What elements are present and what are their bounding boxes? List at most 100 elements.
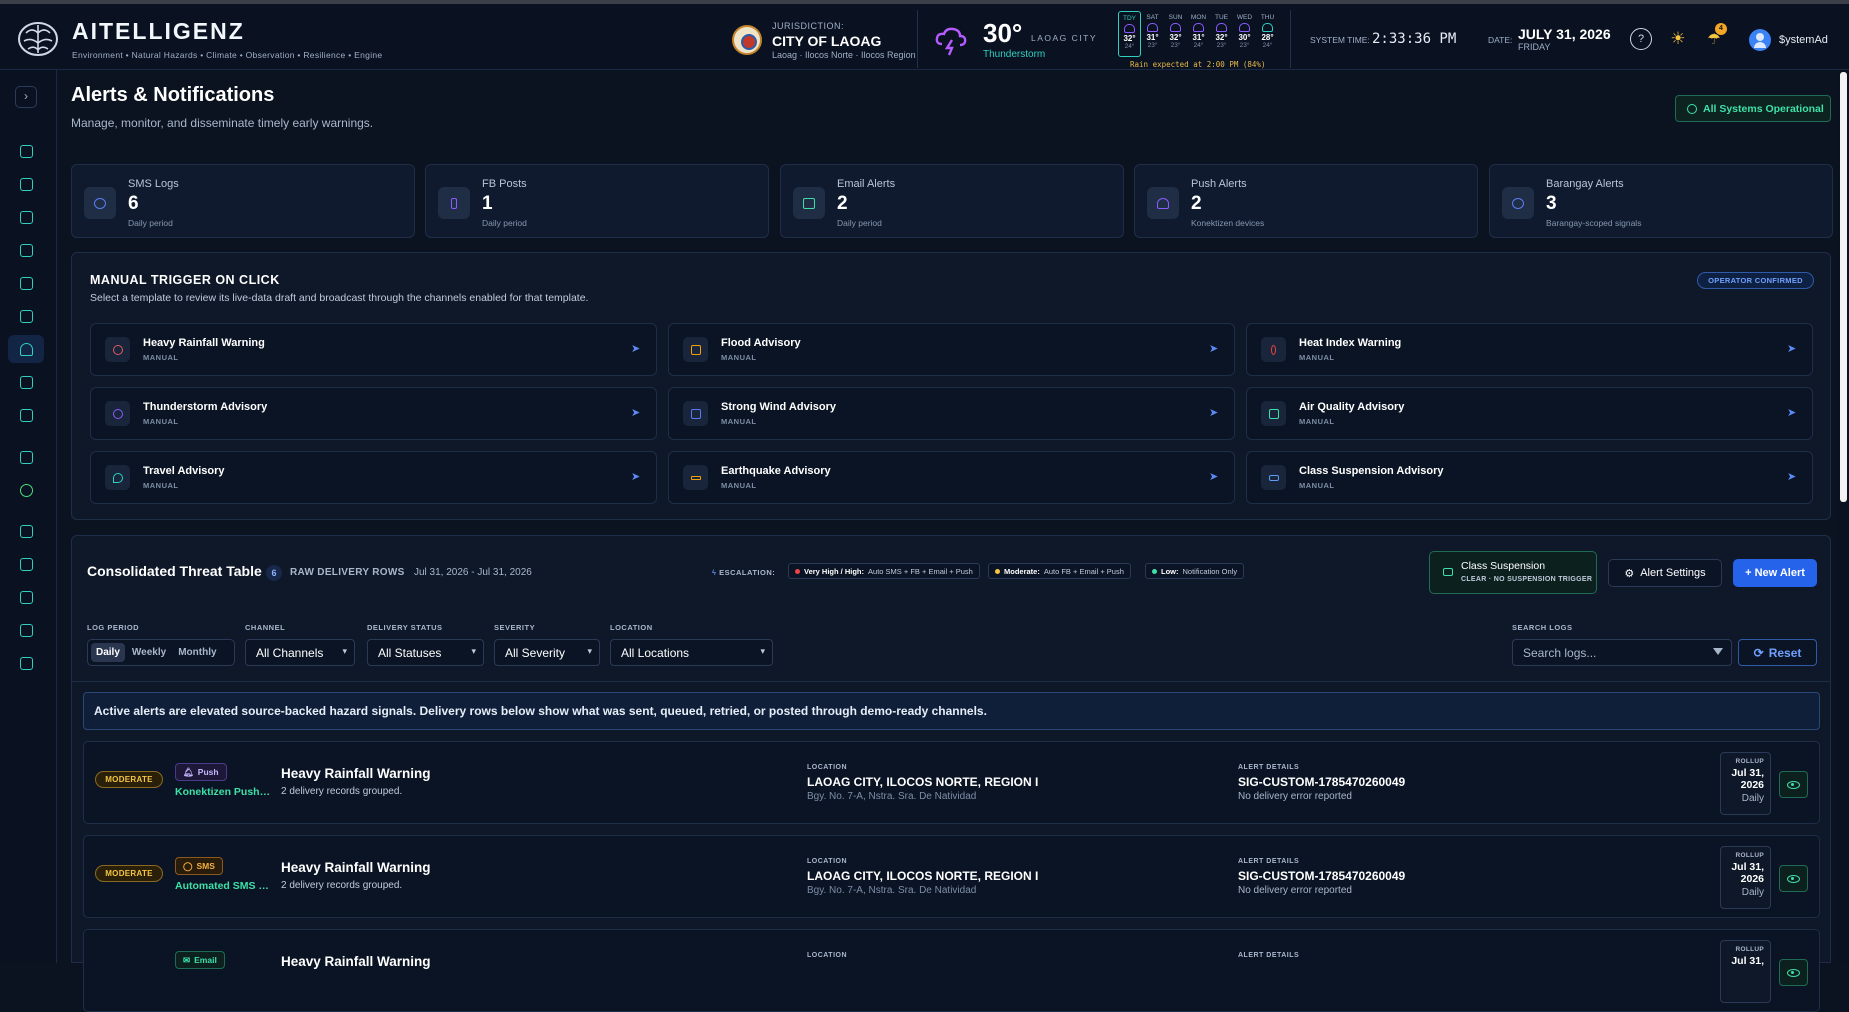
stat-card-sms[interactable]: SMS Logs 6 Daily period: [71, 164, 415, 238]
send-icon[interactable]: ➤: [631, 408, 642, 419]
raw-rows-label: RAW DELIVERY ROWS: [290, 567, 405, 578]
template-strong-wind[interactable]: Strong Wind Advisory MANUAL ➤: [668, 387, 1235, 440]
filter-icon[interactable]: [1713, 648, 1723, 655]
reset-button[interactable]: ⟳ Reset: [1738, 639, 1817, 666]
sidebar-item-hazards[interactable]: [8, 203, 44, 231]
user-name[interactable]: $ystemAd: [1779, 34, 1828, 46]
forecast-day[interactable]: SAT 31° 23°: [1141, 11, 1164, 57]
severity-select[interactable]: All Severity: [494, 639, 600, 666]
stat-card-barangay[interactable]: Barangay Alerts 3 Barangay-scoped signal…: [1489, 164, 1833, 238]
search-logs-input[interactable]: Search logs...: [1512, 639, 1732, 666]
sidebar-item-map[interactable]: [8, 269, 44, 297]
forecast-day[interactable]: SUN 32° 23°: [1164, 11, 1187, 57]
send-icon[interactable]: ➤: [1787, 408, 1798, 419]
sidebar-item-team[interactable]: [8, 649, 44, 677]
send-icon[interactable]: ➤: [1209, 408, 1220, 419]
user-avatar[interactable]: [1749, 29, 1771, 51]
sidebar-item-logs[interactable]: [8, 517, 44, 545]
new-alert-button[interactable]: + New Alert: [1733, 559, 1817, 587]
template-thunderstorm[interactable]: Thunderstorm Advisory MANUAL ➤: [90, 387, 657, 440]
bell-icon: [19, 342, 33, 356]
stat-card-fb[interactable]: FB Posts 1 Daily period: [425, 164, 769, 238]
template-travel[interactable]: Travel Advisory MANUAL ➤: [90, 451, 657, 504]
sidebar-item-resources[interactable]: [8, 401, 44, 429]
scrollbar-thumb[interactable]: [1840, 72, 1847, 502]
header-divider: [917, 10, 918, 68]
rain-forecast-note: Rain expected at 2:00 PM (84%): [1130, 60, 1266, 69]
delivery-status-select[interactable]: All Statuses: [367, 639, 484, 666]
bell-icon: [1157, 197, 1169, 209]
theme-toggle-sun-icon[interactable]: ☀: [1667, 28, 1689, 50]
period-monthly[interactable]: Monthly: [173, 643, 221, 662]
jurisdiction-city[interactable]: CITY OF LAOAG: [772, 33, 881, 49]
template-class-suspension[interactable]: Class Suspension Advisory MANUAL ➤: [1246, 451, 1813, 504]
class-suspension-status[interactable]: Class Suspension CLEAR · NO SUSPENSION T…: [1429, 551, 1597, 594]
template-air-quality[interactable]: Air Quality Advisory MANUAL ➤: [1246, 387, 1813, 440]
alert-details-label: ALERT DETAILS: [1238, 764, 1300, 771]
forecast-day[interactable]: TUE 32° 23°: [1210, 11, 1233, 57]
template-heat-index[interactable]: Heat Index Warning MANUAL ➤: [1246, 323, 1813, 376]
send-icon[interactable]: ➤: [1787, 472, 1798, 483]
period-daily[interactable]: Daily: [91, 643, 125, 662]
sidebar-item-weather[interactable]: [8, 236, 44, 264]
location-select[interactable]: All Locations: [610, 639, 773, 666]
reports-icon: [19, 557, 33, 571]
sidebar-item-user-add[interactable]: [8, 476, 44, 504]
system-status-badge[interactable]: All Systems Operational: [1675, 95, 1831, 122]
log-period-toggle[interactable]: Daily Weekly Monthly: [87, 639, 235, 666]
notification-count-badge: 4: [1715, 23, 1727, 35]
view-eye-icon[interactable]: [1779, 959, 1808, 986]
users-icon: [1512, 197, 1524, 209]
current-date: JULY 31, 2026: [1518, 26, 1611, 42]
send-icon[interactable]: ➤: [1209, 344, 1220, 355]
period-weekly[interactable]: Weekly: [127, 643, 171, 662]
sidebar-item-robot[interactable]: [8, 616, 44, 644]
send-icon[interactable]: ➤: [1209, 472, 1220, 483]
channel-select[interactable]: All Channels: [245, 639, 355, 666]
forecast-day[interactable]: THU 28° 24°: [1256, 11, 1279, 57]
sidebar-item-radar[interactable]: [8, 137, 44, 165]
alert-id: SIG-CUSTOM-1785470260049: [1238, 775, 1406, 789]
manual-trigger-panel: MANUAL TRIGGER ON CLICK Select a templat…: [71, 252, 1831, 520]
sidebar-item-storage[interactable]: [8, 583, 44, 611]
page-subtitle: Manage, monitor, and disseminate timely …: [71, 116, 374, 130]
template-earthquake[interactable]: Earthquake Advisory MANUAL ➤: [668, 451, 1235, 504]
top-header: AITELLIGENZ Environment • Natural Hazard…: [0, 0, 1849, 70]
alert-details-label: ALERT DETAILS: [1238, 858, 1300, 865]
map-icon: [19, 276, 33, 290]
send-icon[interactable]: ➤: [631, 472, 642, 483]
rollup-box: ROLLUP Jul 31,: [1720, 940, 1771, 1003]
channel-name: Automated SMS Service: [175, 880, 273, 892]
send-icon[interactable]: ➤: [631, 344, 642, 355]
weekly-forecast[interactable]: TDY 32° 24° SAT 31° 23° SUN 32° 23° MON 31° 24° …: [1118, 11, 1279, 57]
forecast-day[interactable]: TDY 32° 24°: [1118, 11, 1141, 57]
stat-card-email[interactable]: Email Alerts 2 Daily period: [780, 164, 1124, 238]
sidebar-item-clipboard[interactable]: [8, 368, 44, 396]
alert-settings-button[interactable]: ⚙ Alert Settings: [1608, 559, 1722, 587]
status-dot: [1152, 568, 1157, 574]
thunderstorm-icon: [935, 27, 967, 56]
template-flood-advisory[interactable]: Flood Advisory MANUAL ➤: [668, 323, 1235, 376]
sidebar-item-dashboard[interactable]: [8, 170, 44, 198]
stat-card-push[interactable]: Push Alerts 2 Konektizen devices: [1134, 164, 1478, 238]
help-icon[interactable]: ?: [1630, 28, 1652, 50]
severity-label: SEVERITY: [494, 623, 536, 632]
location-label: LOCATION: [610, 623, 653, 632]
forecast-day[interactable]: MON 31° 24°: [1187, 11, 1210, 57]
page-title: Alerts & Notifications: [71, 84, 275, 106]
table-row[interactable]: MODERATE ◯SMS Automated SMS Service Heav…: [83, 835, 1820, 918]
sidebar-item-alerts[interactable]: [8, 335, 44, 363]
sidebar-item-reports[interactable]: [8, 550, 44, 578]
send-icon[interactable]: ➤: [1787, 344, 1798, 355]
view-eye-icon[interactable]: [1779, 771, 1808, 798]
view-eye-icon[interactable]: [1779, 865, 1808, 892]
table-row[interactable]: MODERATE 🔔︎Push Konektizen Push Notifica…: [83, 741, 1820, 824]
severity-badge: MODERATE: [95, 771, 163, 788]
table-row[interactable]: ✉ Email Heavy Rainfall Warning LOCATION A…: [83, 929, 1820, 1012]
forecast-day[interactable]: WED 30° 23°: [1233, 11, 1256, 57]
template-heavy-rainfall[interactable]: Heavy Rainfall Warning MANUAL ➤: [90, 323, 657, 376]
sidebar-item-users[interactable]: [8, 443, 44, 471]
sidebar-toggle-chevron-icon[interactable]: ›: [15, 86, 37, 108]
sidebar-item-activity[interactable]: [8, 302, 44, 330]
delivery-status-label: DELIVERY STATUS: [367, 623, 443, 632]
